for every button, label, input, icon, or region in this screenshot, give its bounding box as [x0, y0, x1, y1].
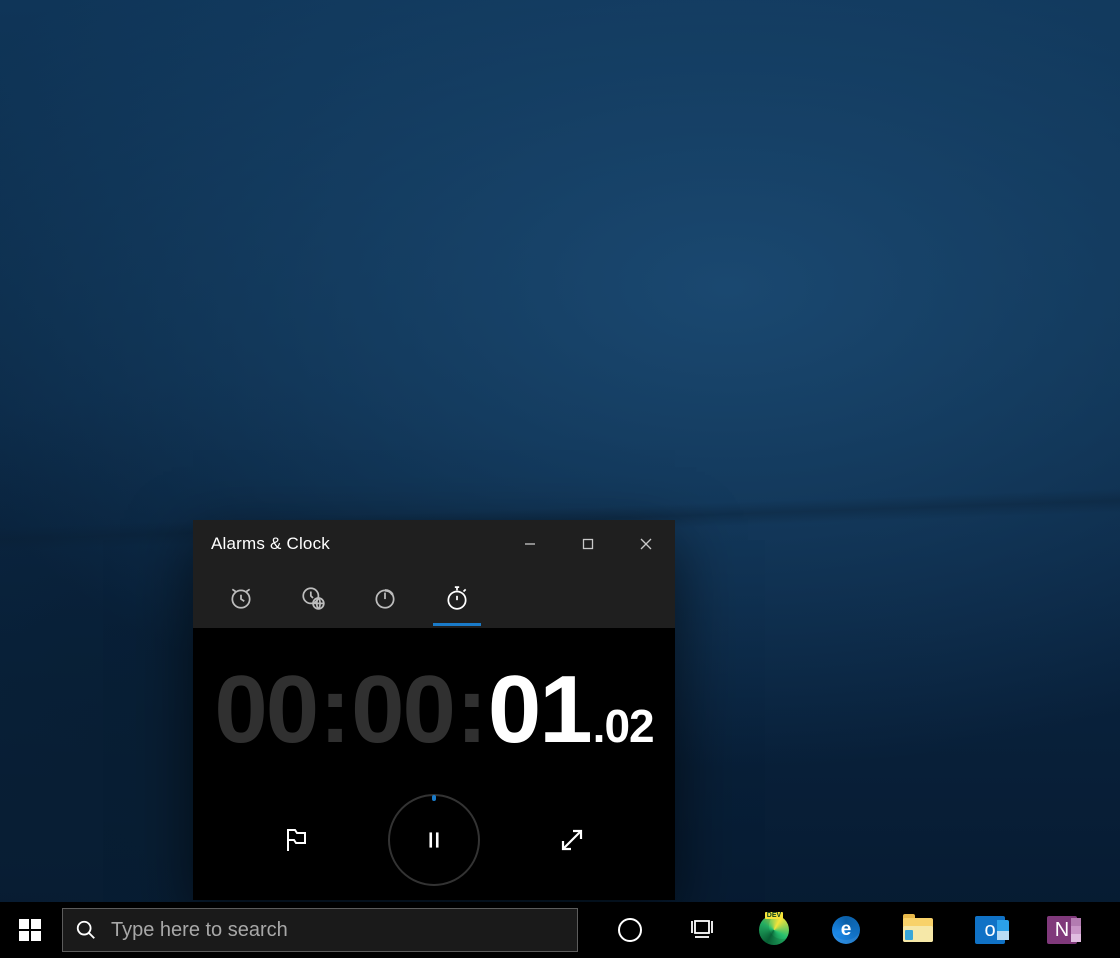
world-clock-tab[interactable] — [277, 568, 349, 628]
stopwatch-tab[interactable] — [421, 568, 493, 628]
start-button[interactable] — [0, 902, 60, 958]
timer-tab[interactable] — [349, 568, 421, 628]
edge-dev-app[interactable]: DEV — [738, 902, 810, 958]
close-button[interactable] — [617, 520, 675, 568]
cortana-button[interactable] — [594, 902, 666, 958]
taskbar-search[interactable] — [62, 908, 578, 952]
outlook-icon: o — [975, 916, 1005, 944]
pause-icon — [421, 827, 447, 853]
alarms-clock-window: Alarms & Clock — [193, 520, 675, 900]
stopwatch-centiseconds: .02 — [593, 703, 654, 749]
task-view-button[interactable] — [666, 902, 738, 958]
window-title: Alarms & Clock — [211, 534, 330, 554]
windows-logo-icon — [19, 919, 41, 941]
outlook-app[interactable]: o — [954, 902, 1026, 958]
stopwatch-time-display: 00 : 00 : 01 .02 — [214, 662, 653, 758]
time-separator: : — [317, 662, 351, 758]
flag-icon — [281, 825, 311, 855]
pause-button[interactable] — [388, 794, 480, 886]
progress-tick — [432, 795, 436, 801]
maximize-icon — [581, 537, 595, 551]
cortana-icon — [618, 918, 642, 942]
stopwatch-panel: 00 : 00 : 01 .02 — [193, 628, 675, 886]
stopwatch-minutes: 00 — [351, 662, 454, 758]
onenote-icon: N — [1047, 916, 1077, 944]
minimize-button[interactable] — [501, 520, 559, 568]
expand-icon — [557, 825, 587, 855]
window-titlebar[interactable]: Alarms & Clock — [193, 520, 675, 568]
file-explorer-icon — [903, 918, 933, 942]
onenote-app[interactable]: N — [1026, 902, 1098, 958]
alarm-tab[interactable] — [205, 568, 277, 628]
close-icon — [639, 537, 653, 551]
world-clock-icon — [300, 585, 326, 611]
stopwatch-seconds: 01 — [488, 662, 591, 758]
file-explorer-app[interactable] — [882, 902, 954, 958]
search-icon — [75, 919, 97, 941]
maximize-button[interactable] — [559, 520, 617, 568]
edge-app[interactable]: e — [810, 902, 882, 958]
search-input[interactable] — [111, 919, 577, 942]
timer-icon — [372, 585, 398, 611]
edge-icon: e — [832, 916, 860, 944]
stopwatch-icon — [444, 585, 470, 611]
time-separator: : — [454, 662, 488, 758]
alarm-clock-icon — [228, 585, 254, 611]
task-view-icon — [689, 915, 715, 946]
expand-button[interactable] — [550, 818, 594, 862]
app-tabs — [193, 568, 675, 628]
minimize-icon — [523, 537, 537, 551]
edge-dev-icon: DEV — [759, 915, 789, 945]
dev-badge: DEV — [765, 912, 783, 919]
taskbar: DEV e o N — [0, 902, 1120, 958]
stopwatch-hours: 00 — [214, 662, 317, 758]
lap-button[interactable] — [274, 818, 318, 862]
